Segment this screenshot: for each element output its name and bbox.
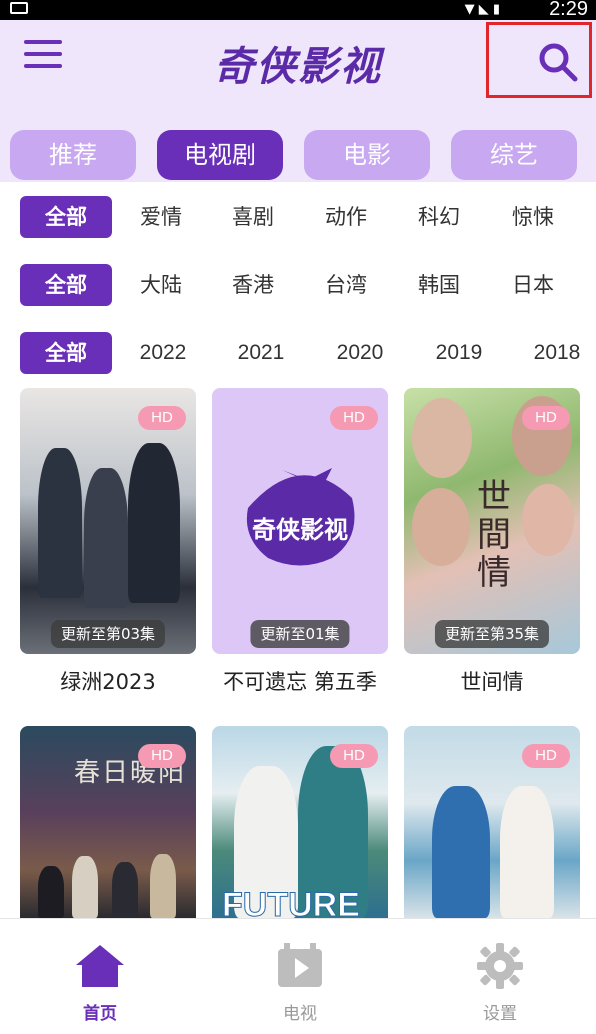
tab-tv-series[interactable]: 电视剧	[157, 130, 283, 180]
tab-movies[interactable]: 电影	[304, 130, 430, 180]
hd-badge: HD	[330, 406, 378, 430]
video-card[interactable]: HD 更新至第03集 绿洲2023	[20, 388, 196, 696]
filter-genre-scifi[interactable]: 科幻	[404, 196, 474, 238]
filter-genre-action[interactable]: 动作	[311, 196, 381, 238]
card-title: 世间情	[460, 670, 524, 694]
filter-year-2020[interactable]: 2020	[327, 332, 393, 374]
card-title: 绿洲2023	[60, 670, 156, 694]
video-card[interactable]: HD	[404, 726, 580, 918]
episode-badge: 更新至01集	[250, 620, 350, 648]
filter-genre-thriller[interactable]: 惊悚	[498, 196, 568, 238]
tab-variety[interactable]: 综艺	[451, 130, 577, 180]
poster-image: FUTURE HD	[212, 726, 388, 918]
placeholder-logo-text: 奇侠影视	[252, 515, 348, 544]
nav-tv[interactable]: 电视	[240, 941, 360, 1024]
filter-region-japan[interactable]: 日本	[498, 264, 568, 306]
filter-genre-all[interactable]: 全部	[20, 196, 112, 238]
tv-play-icon	[278, 943, 322, 987]
nav-settings[interactable]: 设置	[440, 941, 560, 1024]
video-card[interactable]: 世間情 HD 更新至第35集 世间情	[404, 388, 580, 696]
filter-genre-comedy[interactable]: 喜剧	[218, 196, 288, 238]
filter-year-2021[interactable]: 2021	[228, 332, 294, 374]
hd-badge: HD	[522, 406, 570, 430]
episode-badge: 更新至第35集	[434, 620, 550, 648]
system-status-icons: ▼ ◣ ▮	[464, 2, 500, 17]
year-filter-row: 全部 2022 2021 2020 2019 2018	[0, 332, 596, 378]
filter-region-mainland[interactable]: 大陆	[126, 264, 196, 306]
video-card[interactable]: 奇侠影视 HD 更新至01集 不可遗忘 第五季	[212, 388, 388, 696]
search-button[interactable]	[486, 22, 592, 98]
region-filter-row: 全部 大陆 香港 台湾 韩国 日本	[0, 264, 596, 310]
hd-badge: HD	[522, 744, 570, 768]
hd-badge: HD	[330, 744, 378, 768]
filter-year-2018[interactable]: 2018	[524, 332, 590, 374]
status-time: 2:29	[549, 0, 588, 20]
hd-badge: HD	[138, 406, 186, 430]
nav-settings-label: 设置	[483, 1004, 517, 1024]
hd-badge: HD	[138, 744, 186, 768]
nav-tv-label: 电视	[283, 1004, 317, 1024]
poster-title-text: FUTURE	[222, 886, 361, 919]
poster-image: 世間情 HD 更新至第35集	[404, 388, 580, 654]
poster-image: 春日暖阳 HD	[20, 726, 196, 918]
category-tabs: 推荐 电视剧 电影 综艺	[0, 130, 596, 180]
genre-filter-row: 全部 爱情 喜剧 动作 科幻 惊悚	[0, 196, 596, 242]
filter-region-hongkong[interactable]: 香港	[218, 264, 288, 306]
gear-icon	[477, 943, 523, 989]
poster-title-text: 世間情	[477, 477, 511, 593]
poster-image: HD 更新至第03集	[20, 388, 196, 654]
bottom-navigation: 首页 电视 设置	[0, 918, 596, 1034]
home-icon	[76, 945, 124, 987]
status-bar: ▼ ◣ ▮ 2:29	[0, 0, 596, 20]
nav-home[interactable]: 首页	[40, 941, 160, 1024]
app-header: 奇侠影视 推荐 电视剧 电影 综艺	[0, 20, 596, 182]
nav-home-label: 首页	[83, 1004, 117, 1024]
filter-region-korea[interactable]: 韩国	[404, 264, 474, 306]
filter-genre-romance[interactable]: 爱情	[126, 196, 196, 238]
gallery-icon	[10, 2, 28, 14]
filter-region-all[interactable]: 全部	[20, 264, 112, 306]
video-card[interactable]: 春日暖阳 HD	[20, 726, 196, 918]
card-title: 不可遗忘 第五季	[223, 670, 377, 694]
episode-badge: 更新至第03集	[50, 620, 166, 648]
poster-image: HD	[404, 726, 580, 918]
filter-year-2019[interactable]: 2019	[426, 332, 492, 374]
search-icon	[539, 43, 578, 82]
poster-image: 奇侠影视 HD 更新至01集	[212, 388, 388, 654]
tab-recommend[interactable]: 推荐	[10, 130, 136, 180]
filter-region-taiwan[interactable]: 台湾	[311, 264, 381, 306]
filter-year-all[interactable]: 全部	[20, 332, 112, 374]
filter-year-2022[interactable]: 2022	[130, 332, 196, 374]
video-card[interactable]: FUTURE HD	[212, 726, 388, 918]
